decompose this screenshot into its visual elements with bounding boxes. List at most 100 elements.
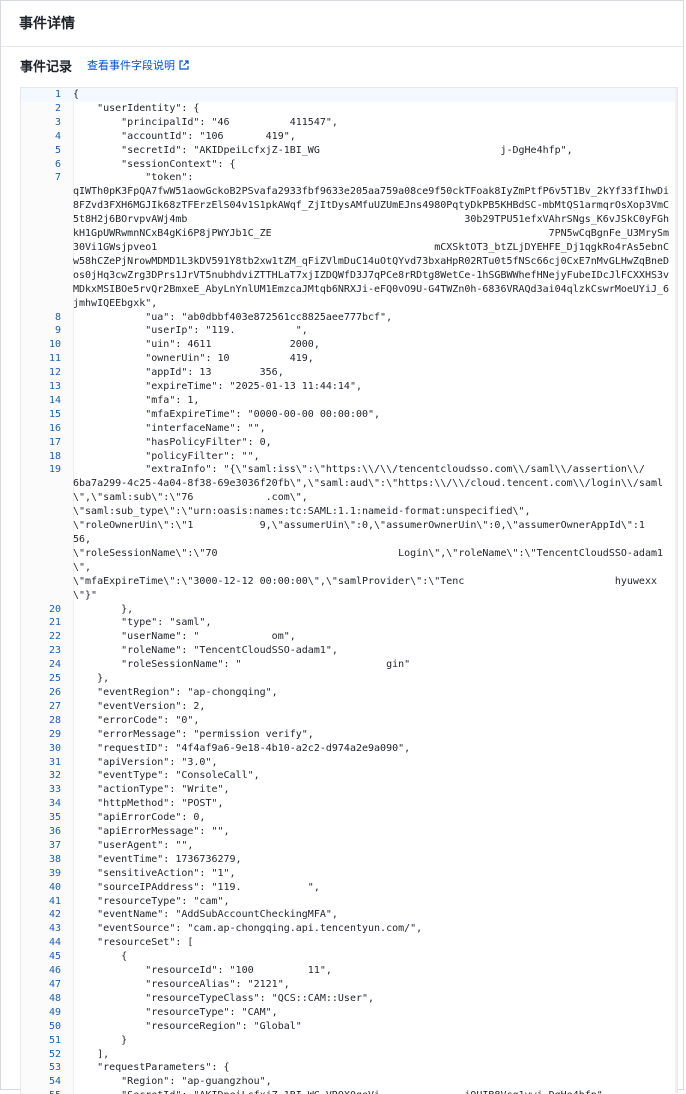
code-line: 12 "appId": 13 356, bbox=[21, 366, 677, 380]
code-text: "requestParameters": { bbox=[73, 1062, 230, 1074]
code-line: 41 "resourceType": "cam", bbox=[21, 895, 677, 909]
code-line: 38 "eventTime": 1736736279, bbox=[21, 853, 677, 867]
code-line: 7 "token": bbox=[21, 171, 677, 185]
code-text: "eventSource": "cam.ap-chongqing.api.ten… bbox=[73, 923, 423, 935]
code-text: "eventVersion": 2, bbox=[73, 700, 206, 712]
line-number: 32 bbox=[48, 770, 61, 782]
line-number: 24 bbox=[48, 659, 61, 671]
code-line: 30 "requestID": "4f4af9a6-9e18-4b10-a2c2… bbox=[21, 742, 677, 756]
code-text: "uin": 4611 2000, bbox=[73, 339, 320, 351]
code-text: "eventType": "ConsoleCall", bbox=[73, 770, 260, 782]
code-line: 11 "ownerUin": 10 419, bbox=[21, 352, 677, 366]
line-number: 7 bbox=[54, 172, 61, 184]
line-number: 50 bbox=[48, 1020, 61, 1032]
code-text: "interfaceName": "", bbox=[73, 422, 266, 434]
code-line: 46 "resourceId": "100 11", bbox=[21, 964, 677, 978]
line-number: 4 bbox=[54, 130, 61, 142]
code-text: "token": bbox=[73, 172, 194, 184]
code-line: 15 "mfaExpireTime": "0000-00-00 00:00:00… bbox=[21, 408, 677, 422]
code-text: { bbox=[73, 951, 128, 963]
line-number: 47 bbox=[48, 979, 61, 990]
code-text: "resourceId": "100 11", bbox=[73, 965, 332, 977]
line-number: 9 bbox=[54, 325, 61, 337]
line-number: 46 bbox=[48, 965, 61, 977]
line-number: 25 bbox=[48, 673, 61, 685]
line-number: 20 bbox=[48, 603, 61, 615]
code-text: "roleName": "TencentCloudSSO-adam1", bbox=[73, 645, 338, 657]
line-number: 12 bbox=[48, 367, 61, 379]
line-number: 53 bbox=[48, 1062, 61, 1074]
line-number: 42 bbox=[48, 909, 61, 921]
code-text: "type": "saml", bbox=[73, 617, 212, 629]
line-number: 54 bbox=[48, 1076, 61, 1088]
code-line: 40 "sourceIPAddress": "119. ", bbox=[21, 881, 677, 895]
code-text: "resourceType": "CAM", bbox=[73, 1006, 278, 1018]
line-number: 36 bbox=[48, 826, 61, 838]
line-number: 14 bbox=[48, 394, 61, 406]
code-text: "ua": "ab0dbbf403e872561cc8825aee777bcf"… bbox=[73, 311, 393, 323]
code-line: 34 "httpMethod": "POST", bbox=[21, 797, 677, 811]
code-text: "resourceSet": [ bbox=[73, 937, 194, 949]
line-number: 22 bbox=[48, 631, 61, 643]
line-number: 17 bbox=[48, 436, 61, 448]
section-title: 事件记录 bbox=[20, 60, 73, 75]
code-line: 17 "hasPolicyFilter": 0, bbox=[21, 436, 677, 450]
line-number: 33 bbox=[48, 784, 61, 796]
line-number: 35 bbox=[48, 812, 61, 824]
code-text: "httpMethod": "POST", bbox=[73, 798, 224, 810]
code-line: 24 "roleSessionName": " gin" bbox=[21, 658, 677, 672]
line-number: 41 bbox=[48, 895, 61, 907]
code-text: "apiVersion": "3.0", bbox=[73, 756, 218, 768]
code-line: 1{ bbox=[21, 88, 677, 102]
line-number: 19 bbox=[48, 464, 61, 476]
line-number: 40 bbox=[48, 881, 61, 893]
json-code-viewer[interactable]: 1{2 "userIdentity": {3 "principalId": "4… bbox=[20, 87, 678, 1094]
line-number: 43 bbox=[48, 923, 61, 935]
code-text: "extraInfo": "{\"saml:iss\":\"https:\\/\… bbox=[73, 464, 645, 476]
code-text: "userName": " om", bbox=[73, 631, 296, 643]
code-text: "appId": 13 356, bbox=[73, 367, 284, 379]
code-text: "actionType": "Write", bbox=[73, 784, 230, 796]
code-line: 10 "uin": 4611 2000, bbox=[21, 338, 677, 352]
field-link-label: 查看事件字段说明 bbox=[87, 59, 175, 72]
line-number: 2 bbox=[54, 102, 61, 114]
code-line: 39 "sensitiveAction": "1", bbox=[21, 867, 677, 881]
line-number: 26 bbox=[48, 686, 61, 698]
code-text: "eventTime": 1736736279, bbox=[73, 853, 242, 865]
code-text: "userIp": "119. ", bbox=[73, 325, 308, 337]
code-line: 36 "apiErrorMessage": "", bbox=[21, 825, 677, 839]
line-number: 44 bbox=[48, 937, 61, 949]
code-line: 13 "expireTime": "2025-01-13 11:44:14", bbox=[21, 380, 677, 394]
line-number: 13 bbox=[48, 381, 61, 393]
code-line: 26 "eventRegion": "ap-chongqing", bbox=[21, 686, 677, 700]
code-text: "resourceType": "cam", bbox=[73, 895, 230, 907]
line-number: 21 bbox=[48, 617, 61, 629]
code-text: "hasPolicyFilter": 0, bbox=[73, 436, 272, 448]
code-line: 14 "mfa": 1, bbox=[21, 394, 677, 408]
code-text: "roleSessionName": " gin" bbox=[73, 659, 411, 671]
line-number: 10 bbox=[48, 339, 61, 351]
line-number: 18 bbox=[48, 450, 61, 462]
code-line: 18 "policyFilter": "", bbox=[21, 450, 677, 464]
line-number: 45 bbox=[48, 951, 61, 963]
view-field-description-link[interactable]: 查看事件字段说明 bbox=[87, 57, 189, 73]
code-line: 5 "secretId": "AKIDpeiLcfxjZ-1BI_WG j-Dg… bbox=[21, 144, 677, 158]
scrollbar-track[interactable] bbox=[675, 88, 677, 1094]
code-line: 27 "eventVersion": 2, bbox=[21, 700, 677, 714]
code-line: 23 "roleName": "TencentCloudSSO-adam1", bbox=[21, 644, 677, 658]
code-line: 32 "eventType": "ConsoleCall", bbox=[21, 769, 677, 783]
code-line: 47 "resourceAlias": "2121", bbox=[21, 978, 677, 992]
code-line: 42 "eventName": "AddSubAccountCheckingMF… bbox=[21, 908, 677, 922]
code-text: "expireTime": "2025-01-13 11:44:14", bbox=[73, 381, 362, 393]
line-number: 49 bbox=[48, 1006, 61, 1018]
code-text: "Region": "ap-guangzhou", bbox=[73, 1076, 272, 1088]
code-text: }, bbox=[73, 603, 134, 615]
code-line: 16 "interfaceName": "", bbox=[21, 422, 677, 436]
code-line: 54 "Region": "ap-guangzhou", bbox=[21, 1075, 677, 1089]
code-text: "mfaExpireTime": "0000-00-00 00:00:00", bbox=[73, 408, 381, 420]
line-number: 1 bbox=[54, 89, 61, 100]
line-number: 38 bbox=[48, 853, 61, 865]
code-line: 22 "userName": " om", bbox=[21, 630, 677, 644]
line-number: 16 bbox=[48, 422, 61, 434]
line-number: 48 bbox=[48, 992, 61, 1004]
